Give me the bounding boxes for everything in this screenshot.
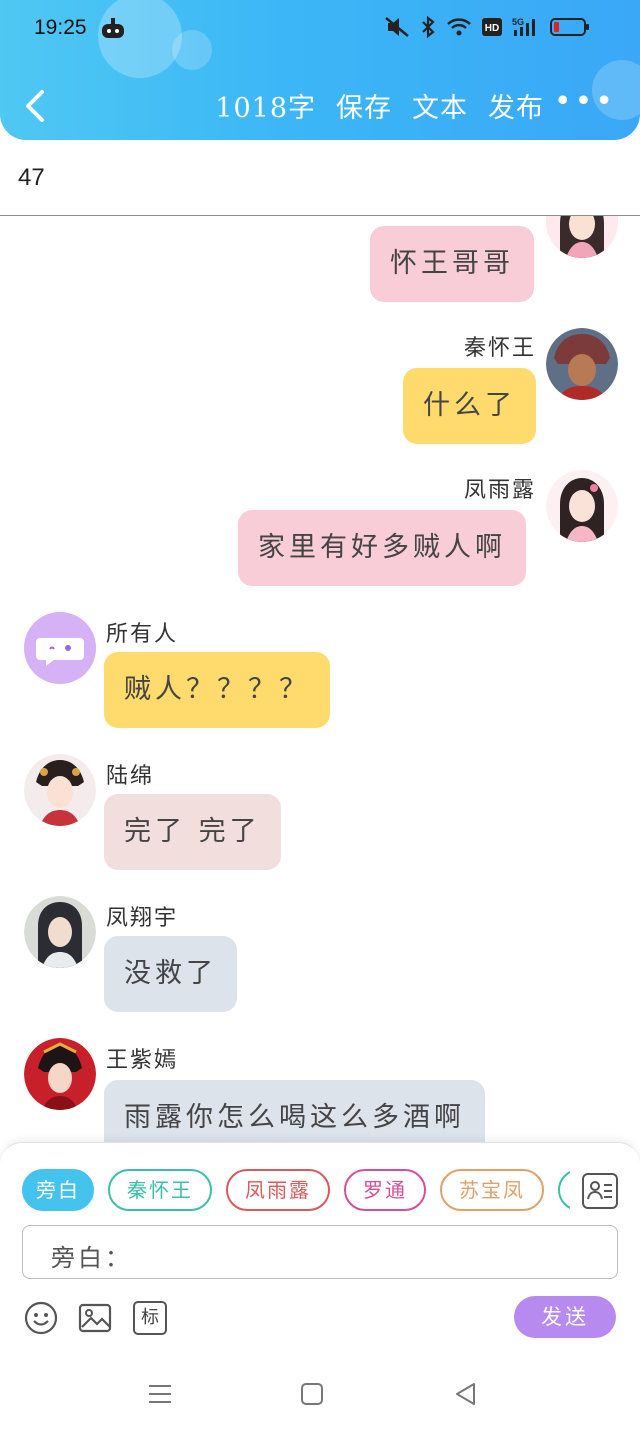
mute-icon xyxy=(385,17,409,37)
sender-name: 陆绵 xyxy=(106,764,155,789)
character-chip[interactable]: 凤雨露 xyxy=(226,1169,330,1211)
battery-icon xyxy=(550,18,589,36)
male-avatar-icon[interactable] xyxy=(546,328,618,400)
sender-name: 王紫嫣 xyxy=(106,1048,179,1073)
message-bubble[interactable]: 没救了 xyxy=(104,936,237,1012)
system-nav-bar xyxy=(0,1354,640,1433)
back-triangle-icon[interactable] xyxy=(452,1380,480,1408)
word-count-button[interactable]: 1018字 xyxy=(215,86,316,125)
status-time: 19:25 xyxy=(34,16,87,39)
publish-button[interactable]: 发布 xyxy=(488,86,544,125)
message-bubble[interactable]: 家里有好多贼人啊 xyxy=(238,510,526,586)
female-avatar-icon[interactable] xyxy=(24,1038,96,1110)
character-chip[interactable]: 秦怀王 xyxy=(108,1169,212,1211)
svg-text:5G: 5G xyxy=(512,17,524,27)
status-icons: HD 5G xyxy=(384,16,590,38)
more-dots-icon[interactable]: ••• xyxy=(554,84,616,119)
app-notification-icon xyxy=(100,16,126,45)
character-chip-row[interactable]: 旁白 秦怀王 凤雨露 罗通 苏宝凤 xyxy=(22,1169,570,1213)
emoji-icon[interactable] xyxy=(24,1301,58,1335)
sender-name: 凤雨露 xyxy=(463,478,536,503)
title-bar: 1018字 保存 文本 发布 ••• xyxy=(0,78,640,134)
text-button[interactable]: 文本 xyxy=(412,86,468,125)
chat-area[interactable]: 怀王哥哥 秦怀王 什么了 凤雨露 家里有好多贼人啊 所有人 贼人？？？？ 陆绵 … xyxy=(0,216,640,1144)
compose-panel: 旁白 秦怀王 凤雨露 罗通 苏宝凤 旁白： 标 发送 xyxy=(0,1142,640,1354)
character-chip[interactable]: 旁白 xyxy=(22,1169,94,1211)
bluetooth-icon xyxy=(422,16,435,38)
tag-button[interactable]: 标 xyxy=(133,1301,167,1335)
character-chip[interactable] xyxy=(558,1169,570,1211)
message-bubble[interactable]: 完了 完了 xyxy=(104,794,281,870)
message-bubble[interactable]: 雨露你怎么喝这么多酒啊 xyxy=(104,1080,485,1144)
top-header: 19:25 HD 5G 1018字 保存 文本 发布 ••• xyxy=(0,0,640,140)
input-speaker-prefix: 旁白： xyxy=(51,1244,132,1272)
chapter-number: 47 xyxy=(18,164,45,191)
contacts-card-icon[interactable] xyxy=(582,1173,618,1209)
home-icon[interactable] xyxy=(298,1380,326,1408)
wifi-icon xyxy=(447,18,471,36)
image-icon[interactable] xyxy=(78,1301,112,1335)
male-avatar-icon[interactable] xyxy=(24,896,96,968)
save-button[interactable]: 保存 xyxy=(336,86,392,125)
group-chat-icon[interactable] xyxy=(24,612,96,684)
sender-name: 秦怀王 xyxy=(463,336,536,361)
message-bubble[interactable]: 什么了 xyxy=(403,368,536,444)
female-avatar-icon[interactable] xyxy=(546,216,618,258)
back-chevron-icon[interactable] xyxy=(22,88,50,124)
character-chip[interactable]: 罗通 xyxy=(344,1169,426,1211)
message-input[interactable]: 旁白： xyxy=(22,1225,618,1279)
sender-name: 所有人 xyxy=(106,622,179,647)
menu-icon[interactable] xyxy=(146,1380,174,1408)
svg-text:HD: HD xyxy=(485,23,499,34)
character-chip[interactable]: 苏宝凤 xyxy=(440,1169,544,1211)
header-actions: 1018字 保存 文本 发布 xyxy=(215,86,544,125)
female-avatar-icon[interactable] xyxy=(546,470,618,542)
signal-5g-icon: 5G xyxy=(512,17,535,36)
status-bar: 19:25 HD 5G xyxy=(0,0,640,56)
sender-name: 凤翔宇 xyxy=(106,906,179,931)
chapter-number-row: 47 xyxy=(0,140,640,216)
send-button[interactable]: 发送 xyxy=(514,1296,616,1338)
female-avatar-icon[interactable] xyxy=(24,754,96,826)
message-bubble[interactable]: 贼人？？？？ xyxy=(104,652,330,728)
message-bubble[interactable]: 怀王哥哥 xyxy=(370,226,534,302)
hd-icon: HD xyxy=(482,18,502,36)
